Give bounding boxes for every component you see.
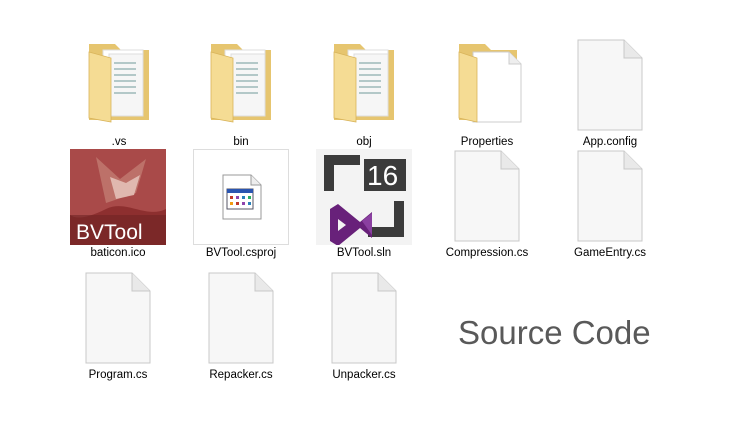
document-icon	[560, 38, 660, 134]
document-icon	[191, 271, 291, 367]
file-item-gameentry[interactable]: GameEntry.cs	[548, 147, 672, 262]
folder-icon	[314, 38, 414, 134]
file-item-vs[interactable]: .vs	[57, 36, 181, 151]
folder-open-icon	[437, 38, 537, 134]
file-label: BVTool.csproj	[205, 247, 277, 259]
file-label: Compression.cs	[445, 247, 529, 259]
file-item-bin[interactable]: bin	[179, 36, 303, 151]
folder-icon	[191, 38, 291, 134]
document-icon	[437, 149, 537, 245]
file-item-properties[interactable]: Properties	[425, 36, 549, 151]
thumb-text: BVTool	[76, 221, 143, 244]
file-label: baticon.ico	[90, 247, 146, 259]
file-item-csproj[interactable]: BVTool.csproj	[179, 147, 303, 262]
file-item-repacker[interactable]: Repacker.cs	[179, 269, 303, 384]
file-item-app-config[interactable]: App.config	[548, 36, 672, 151]
file-label: Repacker.cs	[209, 369, 273, 381]
document-icon	[68, 271, 168, 367]
bvtool-image-icon: BVTool	[70, 149, 166, 245]
csproj-icon	[193, 149, 289, 245]
file-item-sln[interactable]: 16 BVTool.sln	[302, 147, 426, 262]
document-icon	[314, 271, 414, 367]
file-item-program[interactable]: Program.cs	[56, 269, 180, 384]
version-badge: 16	[367, 160, 398, 191]
visual-studio-icon: 16	[316, 149, 412, 245]
section-caption: Source Code	[458, 314, 651, 351]
file-label: Unpacker.cs	[332, 369, 396, 381]
file-item-obj[interactable]: obj	[302, 36, 426, 151]
file-item-baticon[interactable]: BVTool baticon.ico	[56, 147, 180, 262]
document-icon	[560, 149, 660, 245]
file-label: GameEntry.cs	[574, 247, 646, 259]
folder-icon	[69, 38, 169, 134]
file-item-compression[interactable]: Compression.cs	[425, 147, 549, 262]
file-label: BVTool.sln	[336, 247, 392, 259]
file-label: Program.cs	[88, 369, 148, 381]
file-item-unpacker[interactable]: Unpacker.cs	[302, 269, 426, 384]
